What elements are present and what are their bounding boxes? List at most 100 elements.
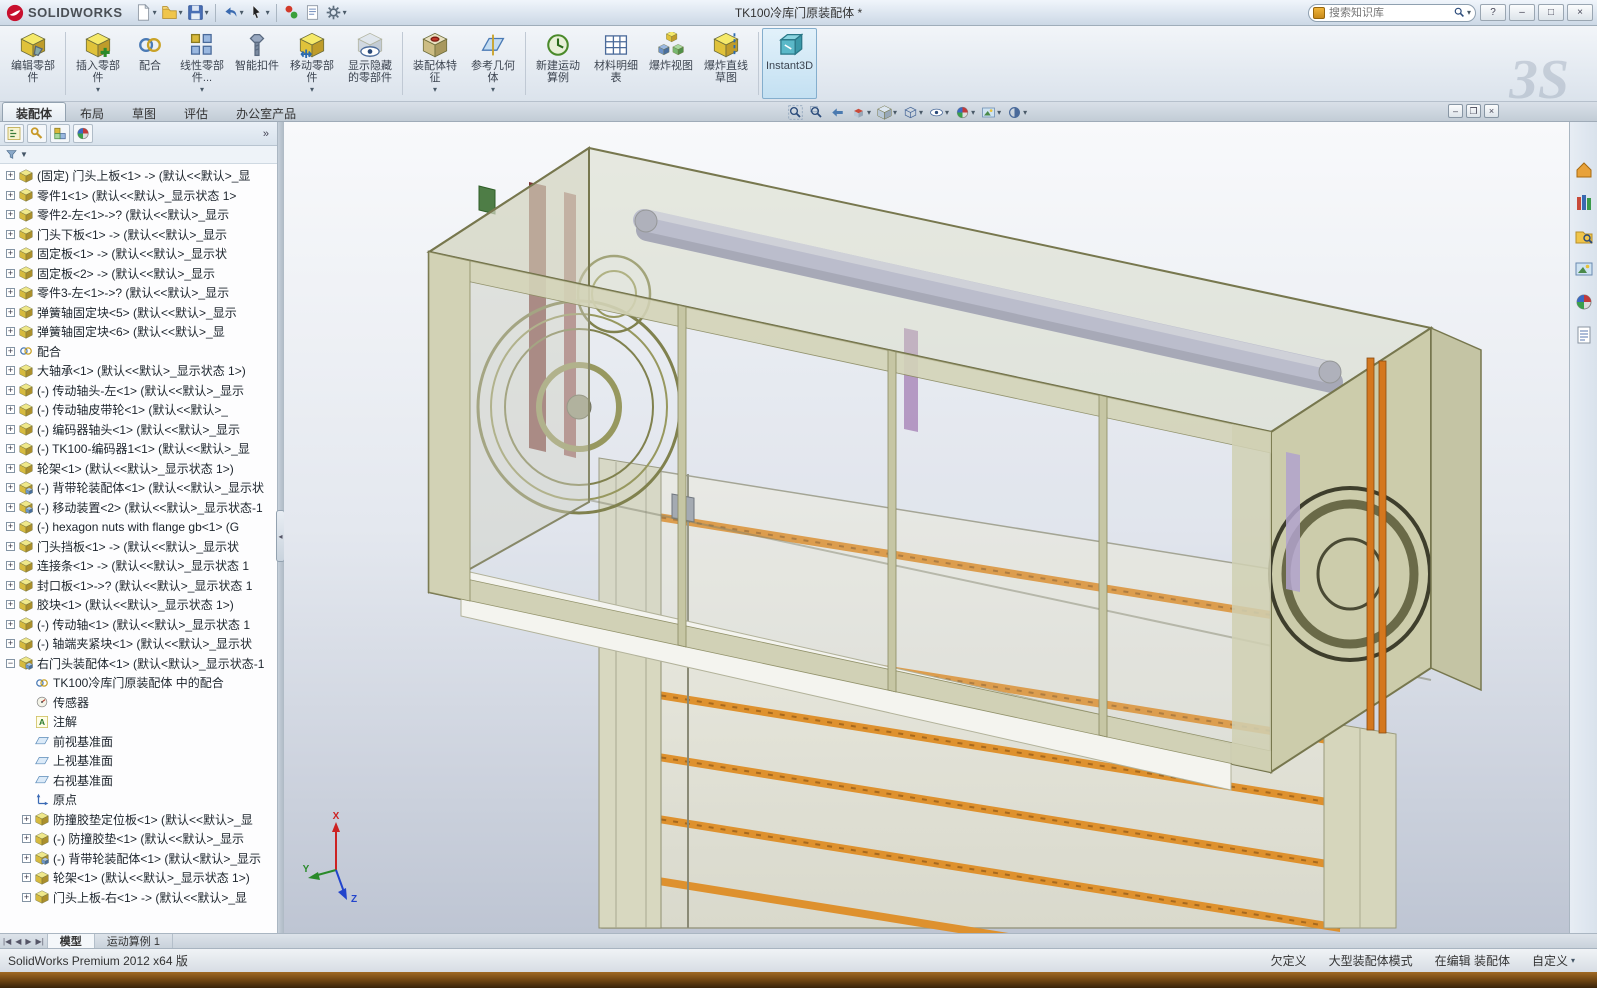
tree-item[interactable]: + (-) 防撞胶垫<1> (默认<<默认>_显示 xyxy=(0,829,277,849)
doc-restore-button[interactable]: ❐ xyxy=(1466,104,1481,118)
dropdown-arrow-icon[interactable]: ▾ xyxy=(1023,108,1027,117)
restore-button[interactable]: □ xyxy=(1538,4,1564,21)
expander-icon[interactable]: + xyxy=(6,522,15,532)
tree-item[interactable]: + 连接条<1> -> (默认<<默认>_显示状态 1 xyxy=(0,556,277,576)
tree-item[interactable]: + (-) 轴端夹紧块<1> (默认<<默认>_显示状 xyxy=(0,634,277,654)
expander-icon[interactable]: + xyxy=(6,385,15,395)
expander-icon[interactable]: + xyxy=(6,405,15,415)
expander-icon[interactable]: + xyxy=(6,424,15,434)
tree-item[interactable]: + 轮架<1> (默认<<默认>_显示状态 1>) xyxy=(0,459,277,479)
dropdown-arrow-icon[interactable]: ▾ xyxy=(997,108,1001,117)
expander-icon[interactable]: + xyxy=(6,171,15,181)
expander-icon[interactable]: + xyxy=(6,366,15,376)
ribbon-button[interactable]: 配合 ▾ xyxy=(127,28,173,99)
expander-icon[interactable]: + xyxy=(22,853,31,863)
dropdown-arrow-icon[interactable]: ▾ xyxy=(200,85,204,94)
command-tab-5[interactable]: 办公室产品 xyxy=(222,102,310,121)
tree-item[interactable]: + 胶块<1> (默认<<默认>_显示状态 1>) xyxy=(0,595,277,615)
tree-item[interactable]: + 零件1<1> (默认<<默认>_显示状态 1> xyxy=(0,186,277,206)
tree-item[interactable]: + 零件2-左<1>->? (默认<<默认>_显示 xyxy=(0,205,277,225)
expander-icon[interactable]: + xyxy=(6,268,15,278)
tree-item[interactable]: + (-) hexagon nuts with flange gb<1> (G xyxy=(0,517,277,537)
ribbon-button[interactable]: 线性零部件... ▾ xyxy=(173,28,231,99)
tree-item[interactable]: + (-) 传动轴头-左<1> (默认<<默认>_显示 xyxy=(0,381,277,401)
model-tab[interactable]: 模型 xyxy=(47,934,95,948)
dropdown-arrow-icon[interactable]: ▾ xyxy=(971,108,975,117)
headsup-button[interactable]: ▾ xyxy=(849,103,873,121)
expander-icon[interactable]: + xyxy=(6,502,15,512)
quick-access-button[interactable]: ▾ xyxy=(220,2,246,24)
headsup-button[interactable]: ▾ xyxy=(901,103,925,121)
ribbon-button[interactable]: 材料明细表 ▾ xyxy=(587,28,645,99)
file-explorer-icon[interactable] xyxy=(1574,226,1594,246)
tree-item[interactable]: 原点 xyxy=(0,790,277,810)
doc-minimize-button[interactable]: – xyxy=(1448,104,1463,118)
expander-icon[interactable]: + xyxy=(6,327,15,337)
tree-item[interactable]: + (-) 背带轮装配体<1> (默认<<默认>_显示状 xyxy=(0,478,277,498)
dropdown-arrow-icon[interactable]: ▾ xyxy=(945,108,949,117)
tree-item[interactable]: + 封口板<1>->? (默认<<默认>_显示状态 1 xyxy=(0,576,277,596)
quick-access-button[interactable]: ▾ xyxy=(133,2,159,24)
dropdown-arrow-icon[interactable]: ▾ xyxy=(179,8,183,17)
tree-item[interactable]: + 弹簧轴固定块<6> (默认<<默认>_显 xyxy=(0,322,277,342)
quick-access-button[interactable]: ▾ xyxy=(246,2,272,24)
help-button[interactable]: ? xyxy=(1480,4,1506,21)
dropdown-arrow-icon[interactable]: ▾ xyxy=(433,85,437,94)
dropdown-arrow-icon[interactable]: ▾ xyxy=(96,85,100,94)
headsup-button[interactable]: ▾ xyxy=(1005,103,1029,121)
ribbon-button[interactable]: 参考几何体 ▾ xyxy=(464,28,522,99)
expander-icon[interactable]: + xyxy=(6,561,15,571)
tree-item[interactable]: + (-) 背带轮装配体<1> (默认<默认>_显示 xyxy=(0,849,277,869)
headsup-button[interactable]: ▾ xyxy=(807,103,826,121)
tree-item[interactable]: + 弹簧轴固定块<5> (默认<<默认>_显示 xyxy=(0,303,277,323)
ribbon-button[interactable]: 编辑零部件 ▾ xyxy=(4,28,62,99)
expander-icon[interactable]: + xyxy=(6,229,15,239)
ribbon-button[interactable]: 移动零部件 ▾ xyxy=(283,28,341,99)
expander-icon[interactable]: + xyxy=(6,444,15,454)
dropdown-arrow-icon[interactable]: ▾ xyxy=(1571,956,1575,965)
configuration-manager-tab-icon[interactable] xyxy=(50,124,70,143)
expander-icon[interactable]: + xyxy=(6,580,15,590)
quick-access-button[interactable]: ▾ xyxy=(302,2,323,24)
tree-item[interactable]: + 配合 xyxy=(0,342,277,362)
filter-icon[interactable] xyxy=(5,148,18,161)
tree-item[interactable]: + 门头上板-右<1> -> (默认<<默认>_显 xyxy=(0,888,277,908)
knowledge-search[interactable]: ▾ xyxy=(1308,3,1476,22)
ribbon-button[interactable]: Instant3D ▾ xyxy=(762,28,818,99)
tree-item[interactable]: 上视基准面 xyxy=(0,751,277,771)
model-tab[interactable]: 运动算例 1 xyxy=(95,934,173,948)
tree-item[interactable]: + 门头下板<1> -> (默认<<默认>_显示 xyxy=(0,225,277,245)
headsup-button[interactable]: ▾ xyxy=(927,103,951,121)
tree-item[interactable]: + 固定板<2> -> (默认<<默认>_显示 xyxy=(0,264,277,284)
dropdown-arrow-icon[interactable]: ▾ xyxy=(153,8,157,17)
expander-icon[interactable]: + xyxy=(6,639,15,649)
quick-access-button[interactable]: ▾ xyxy=(281,2,302,24)
tree-item[interactable]: A 注解 xyxy=(0,712,277,732)
tree-item[interactable]: 前视基准面 xyxy=(0,732,277,752)
command-tab-2[interactable]: 布局 xyxy=(66,102,118,121)
close-button[interactable]: × xyxy=(1567,4,1593,21)
tree-item[interactable]: TK100冷库门原装配体 中的配合 xyxy=(0,673,277,693)
feature-manager-tab-icon[interactable] xyxy=(4,124,24,143)
quick-access-button[interactable]: ▾ xyxy=(159,2,185,24)
viewport-3d-model[interactable]: X Y Z xyxy=(284,122,1569,933)
ribbon-button[interactable]: 显示隐藏的零部件 ▾ xyxy=(341,28,399,99)
graphics-viewport[interactable]: X Y Z xyxy=(284,122,1569,933)
view-palette-icon[interactable] xyxy=(1574,259,1594,279)
dropdown-arrow-icon[interactable]: ▾ xyxy=(491,85,495,94)
dropdown-arrow-icon[interactable]: ▾ xyxy=(893,108,897,117)
ribbon-button[interactable]: 爆炸直线草图 ▾ xyxy=(697,28,755,99)
ribbon-button[interactable]: 插入零部件 ▾ xyxy=(69,28,127,99)
tree-item[interactable]: + (-) TK100-编码器1<1> (默认<<默认>_显 xyxy=(0,439,277,459)
tree-item[interactable]: + (固定) 门头上板<1> -> (默认<<默认>_显 xyxy=(0,166,277,186)
expander-icon[interactable]: + xyxy=(6,190,15,200)
expander-icon[interactable]: + xyxy=(6,249,15,259)
tree-item[interactable]: + 大轴承<1> (默认<<默认>_显示状态 1>) xyxy=(0,361,277,381)
dropdown-arrow-icon[interactable]: ▾ xyxy=(343,8,347,17)
command-tab-3[interactable]: 草图 xyxy=(118,102,170,121)
headsup-button[interactable]: ▾ xyxy=(828,103,847,121)
expander-icon[interactable]: + xyxy=(6,463,15,473)
ribbon-button[interactable]: 装配体特征 ▾ xyxy=(406,28,464,99)
tree-item[interactable]: 右视基准面 xyxy=(0,771,277,791)
quick-access-button[interactable]: ▾ xyxy=(323,2,349,24)
